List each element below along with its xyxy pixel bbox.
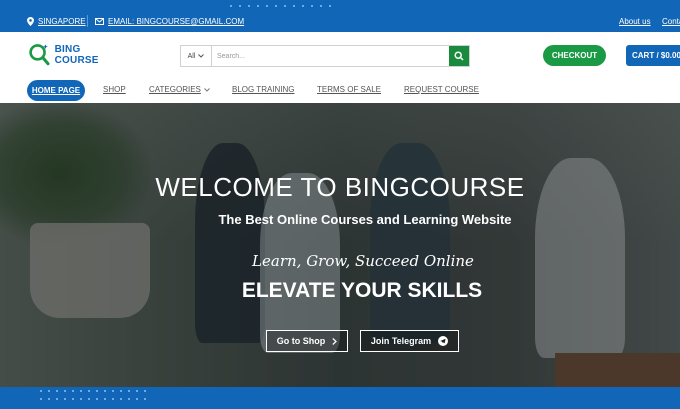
nav-item-home-page[interactable]: HOME PAGE — [27, 80, 85, 101]
nav-item-terms-of-sale[interactable]: TERMS OF SALE — [317, 85, 381, 94]
chevron-down-icon — [198, 54, 205, 58]
site-logo[interactable]: BING COURSE — [28, 40, 118, 70]
header: BING COURSE All CHECKOUT CART / $0.00 — [0, 32, 680, 78]
bottom-band — [0, 387, 680, 409]
magnifier-logo-icon — [29, 44, 50, 66]
hero-subtitle: The Best Online Courses and Learning Web… — [218, 212, 512, 227]
join-telegram-label: Join Telegram — [370, 336, 432, 346]
search-button[interactable] — [449, 46, 469, 66]
decorative-dots — [40, 390, 152, 400]
checkout-button[interactable]: CHECKOUT — [543, 45, 606, 66]
location-pin-icon — [27, 17, 34, 26]
nav-item-shop[interactable]: SHOP — [103, 85, 126, 94]
divider — [87, 15, 88, 27]
search-icon — [454, 51, 464, 61]
hero-headline: ELEVATE YOUR SKILLS — [241, 279, 483, 302]
nav-item-request-course[interactable]: REQUEST COURSE — [404, 85, 479, 94]
about-us-link[interactable]: About us — [619, 17, 651, 26]
nav-item-categories[interactable]: CATEGORIES — [149, 85, 210, 94]
join-telegram-button[interactable]: Join Telegram — [360, 330, 459, 352]
main-nav: HOME PAGE SHOP CATEGORIES BLOG TRAINING … — [0, 78, 680, 103]
logo-text: BING COURSE — [54, 44, 99, 66]
search-category-value: All — [187, 52, 196, 60]
hero-title: WELCOME TO BINGCOURSE — [155, 172, 525, 202]
chevron-right-icon — [332, 337, 338, 345]
email-link[interactable]: EMAIL: BINGCOURSE@GMAIL.COM — [95, 17, 244, 26]
decorative-dots — [230, 5, 331, 7]
go-to-shop-button[interactable]: Go to Shop — [266, 330, 348, 352]
location-text: SINGAPORE — [38, 17, 86, 26]
contact-link[interactable]: Conta — [662, 17, 680, 26]
search-input[interactable] — [212, 46, 449, 66]
location-link[interactable]: SINGAPORE — [27, 17, 86, 26]
nav-item-categories-label: CATEGORIES — [149, 85, 201, 94]
email-text: EMAIL: BINGCOURSE@GMAIL.COM — [108, 17, 245, 26]
chevron-down-icon — [204, 87, 210, 92]
telegram-icon — [438, 336, 449, 346]
search-bar: All — [180, 45, 470, 67]
hero-banner: WELCOME TO BINGCOURSE The Best Online Co… — [0, 103, 680, 387]
search-category-select[interactable]: All — [181, 46, 212, 66]
go-to-shop-label: Go to Shop — [276, 336, 326, 346]
nav-item-blog-training[interactable]: BLOG TRAINING — [232, 85, 295, 94]
cart-button[interactable]: CART / $0.00 — [626, 45, 680, 66]
hero-tagline: Learn, Grow, Succeed Online — [252, 252, 474, 270]
mail-icon — [95, 18, 104, 25]
top-bar: SINGAPORE EMAIL: BINGCOURSE@GMAIL.COM Ab… — [0, 0, 680, 32]
